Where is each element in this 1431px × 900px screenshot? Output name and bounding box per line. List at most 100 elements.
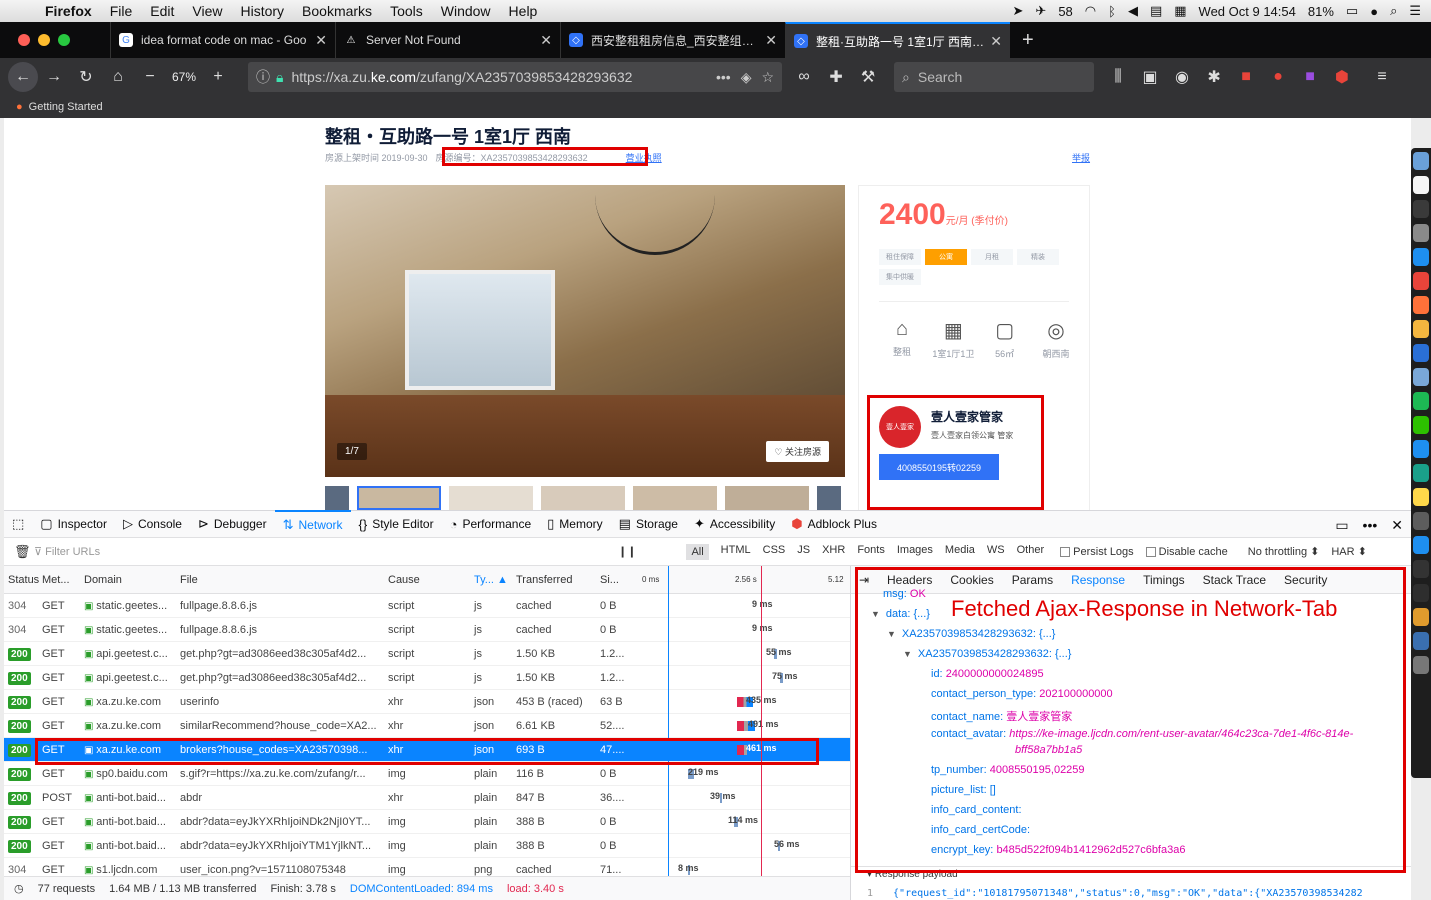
- rocket-icon[interactable]: [1413, 224, 1429, 242]
- table-row[interactable]: 200 GET ▣ sp0.baidu.com s.gif?r=https://xa.…: [4, 762, 850, 786]
- menu-window[interactable]: Window: [432, 3, 500, 19]
- preview-icon[interactable]: [1413, 368, 1429, 386]
- firefox-dock-icon[interactable]: [1413, 296, 1429, 314]
- chip-all[interactable]: All: [686, 543, 709, 560]
- wechat-icon[interactable]: [1413, 416, 1429, 434]
- terminal-icon[interactable]: [1413, 560, 1429, 578]
- chip-fonts[interactable]: Fonts: [857, 544, 885, 560]
- thumbnail[interactable]: [633, 486, 717, 510]
- minimize-window-icon[interactable]: [38, 34, 50, 46]
- col-method[interactable]: Met...: [42, 574, 84, 586]
- chip-media[interactable]: Media: [945, 544, 975, 560]
- calendar-icon[interactable]: [1413, 176, 1429, 194]
- tab-style-editor[interactable]: {} Style Editor: [351, 510, 442, 538]
- library-icon[interactable]: ⫼: [1102, 68, 1134, 86]
- tab-debugger[interactable]: ⊳ Debugger: [190, 510, 275, 538]
- battery-percent[interactable]: 81%: [1308, 4, 1334, 19]
- report-link[interactable]: 举报: [1072, 151, 1090, 164]
- sidebar-icon[interactable]: ▣: [1134, 67, 1166, 87]
- menu-file[interactable]: File: [101, 3, 142, 19]
- close-tab-icon[interactable]: ✕: [990, 33, 1002, 50]
- browser-tab[interactable]: ⚠ Server Not Found ✕: [335, 22, 560, 58]
- tab-network[interactable]: ⇅ Network: [274, 510, 351, 538]
- disable-cache-checkbox[interactable]: Disable cache: [1145, 546, 1228, 558]
- dock-app-icon[interactable]: [1413, 632, 1429, 650]
- col-size[interactable]: Si...: [600, 574, 640, 586]
- more-options-icon[interactable]: •••: [1363, 517, 1378, 533]
- thumbnail[interactable]: [357, 486, 441, 510]
- table-row[interactable]: 200 GET ▣ anti-bot.baid... abdr?data=eyJkYX…: [4, 810, 850, 834]
- safari-icon[interactable]: [1413, 248, 1429, 266]
- tab-accessibility[interactable]: ✦ Accessibility: [686, 510, 783, 538]
- close-tab-icon[interactable]: ✕: [540, 32, 552, 49]
- close-devtools-icon[interactable]: ✕: [1391, 517, 1403, 534]
- trash-clear-icon[interactable]: 🗑︎: [14, 544, 31, 560]
- table-row[interactable]: 200 GET ▣ api.geetest.c... get.php?gt=ad308…: [4, 642, 850, 666]
- thumbnail[interactable]: [449, 486, 533, 510]
- filter-urls-input[interactable]: ⊽ Filter URLs: [4, 545, 604, 558]
- pause-icon[interactable]: ❙❙: [618, 545, 636, 558]
- dock-app-icon[interactable]: [1413, 320, 1429, 338]
- element-picker-icon[interactable]: ⬚: [4, 510, 32, 538]
- account-icon[interactable]: ◉: [1166, 67, 1198, 87]
- chip-xhr[interactable]: XHR: [822, 544, 845, 560]
- tab-memory[interactable]: ▯ Memory: [539, 510, 611, 538]
- menu-help[interactable]: Help: [500, 3, 547, 19]
- tab-console[interactable]: ▷ Console: [115, 510, 190, 538]
- dock-app-icon[interactable]: [1413, 608, 1429, 626]
- dock-app-icon[interactable]: [1413, 464, 1429, 482]
- menu-tools[interactable]: Tools: [381, 3, 432, 19]
- close-window-icon[interactable]: [18, 34, 30, 46]
- close-tab-icon[interactable]: ✕: [315, 32, 327, 49]
- wifi-icon[interactable]: ◠: [1085, 3, 1096, 19]
- bookmark-getting-started[interactable]: Getting Started: [29, 101, 103, 113]
- thumb-next[interactable]: [817, 486, 841, 510]
- chip-other[interactable]: Other: [1017, 544, 1045, 560]
- wrench-icon[interactable]: ⚒: [852, 67, 884, 87]
- adblock-plus-icon[interactable]: ⬢: [1326, 67, 1358, 87]
- col-waterfall[interactable]: 0 ms 2.56 s 5.12: [640, 568, 850, 592]
- menu-history[interactable]: History: [231, 3, 293, 19]
- table-row[interactable]: 304 GET ▣ static.geetes... fullpage.8.8.6.j…: [4, 618, 850, 642]
- chip-css[interactable]: CSS: [763, 544, 786, 560]
- extensions-icon[interactable]: ✚: [820, 67, 852, 87]
- table-row[interactable]: 304 GET ▣ s1.ljcdn.com user_icon.png?v=1571…: [4, 858, 850, 876]
- thumbnail[interactable]: [725, 486, 809, 510]
- follow-listing-button[interactable]: ♡ 关注房源: [766, 441, 829, 462]
- table-row[interactable]: 200 GET ▣ xa.zu.ke.com userinfo xhr json 453 B…: [4, 690, 850, 714]
- settings-gear-icon[interactable]: ✱: [1198, 67, 1230, 87]
- thumbnail[interactable]: [541, 486, 625, 510]
- zoom-in-button[interactable]: +: [202, 68, 234, 86]
- tab-performance[interactable]: ◔ Performance: [442, 510, 540, 538]
- trash-icon[interactable]: [1413, 656, 1429, 674]
- hamburger-menu-icon[interactable]: ≡: [1366, 68, 1398, 86]
- menu-edit[interactable]: Edit: [141, 3, 183, 19]
- chip-images[interactable]: Images: [897, 544, 933, 560]
- table-row[interactable]: 200 GET ▣ anti-bot.baid... abdr?data=eyJkYX…: [4, 834, 850, 858]
- messages-icon[interactable]: [1413, 440, 1429, 458]
- col-cause[interactable]: Cause: [388, 574, 474, 586]
- info-icon[interactable]: ⓘ: [256, 67, 270, 87]
- col-domain[interactable]: Domain: [84, 574, 180, 586]
- col-type[interactable]: Ty... ▲: [474, 574, 516, 586]
- browser-tab-active[interactable]: ◇ 整租·互助路一号 1室1厅 西南-互助 ✕: [785, 22, 1010, 58]
- intellij-icon[interactable]: [1413, 584, 1429, 602]
- new-tab-button[interactable]: +: [1010, 29, 1046, 52]
- extension-icon[interactable]: ●: [1262, 68, 1294, 86]
- table-row[interactable]: 200 POST ▣ anti-bot.baid... abdr xhr plain 847…: [4, 786, 850, 810]
- back-button[interactable]: ←: [8, 62, 38, 92]
- col-file[interactable]: File: [180, 574, 388, 586]
- status-counter[interactable]: 58: [1058, 4, 1072, 19]
- volume-icon[interactable]: ◀: [1128, 3, 1138, 19]
- location-icon[interactable]: ➤: [1013, 3, 1024, 19]
- jh-extension-icon[interactable]: ■: [1230, 68, 1262, 86]
- app-store-icon[interactable]: [1413, 536, 1429, 554]
- throttling-select[interactable]: No throttling ⬍: [1248, 545, 1320, 558]
- user-icon[interactable]: ●: [1370, 4, 1378, 19]
- dock-app-icon[interactable]: [1413, 200, 1429, 218]
- browser-tab[interactable]: ◇ 西安整租租房信息_西安整组出租 ✕: [560, 22, 785, 58]
- table-row[interactable]: 200 GET ▣ xa.zu.ke.com similarRecommend?hou…: [4, 714, 850, 738]
- notes-icon[interactable]: [1413, 488, 1429, 506]
- thumb-prev[interactable]: [325, 486, 349, 510]
- notification-center-icon[interactable]: ☰: [1409, 3, 1421, 19]
